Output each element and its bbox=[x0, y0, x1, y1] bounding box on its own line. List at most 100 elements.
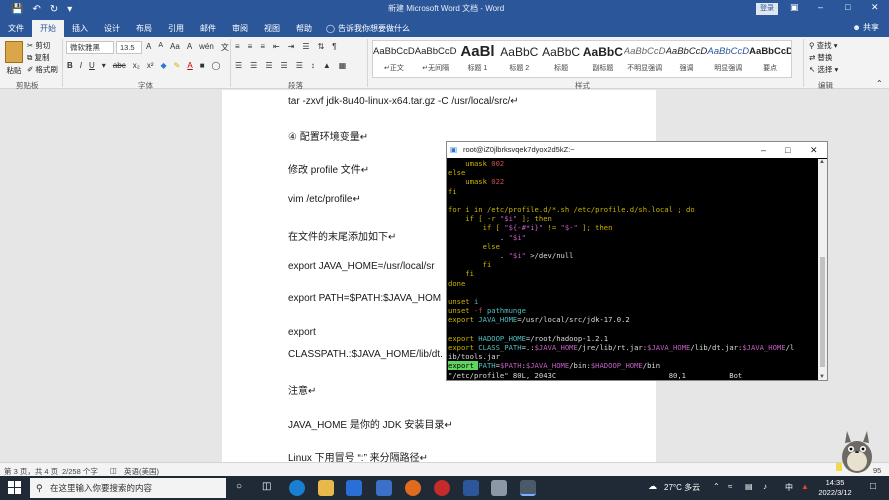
decrease-indent-icon[interactable]: ⇤ bbox=[273, 42, 280, 51]
superscript-button[interactable]: x² bbox=[147, 61, 154, 70]
paste-button[interactable]: 粘贴 bbox=[4, 41, 24, 76]
tab-file[interactable]: 文件 bbox=[0, 20, 32, 37]
tab-references[interactable]: 引用 bbox=[160, 20, 192, 37]
style-item[interactable]: AaBbC 标题 2 bbox=[498, 41, 540, 77]
terminal-close-icon[interactable]: ✕ bbox=[810, 142, 818, 158]
tab-view[interactable]: 视图 bbox=[256, 20, 288, 37]
terminal-window[interactable]: ▣ root@iZ0jlbrksvqek7dyox2d5kZ:~ – □ ✕ u… bbox=[446, 141, 828, 381]
cut-button[interactable]: ✂ 剪切 bbox=[27, 40, 58, 52]
font-name-select[interactable]: 微软雅黑 bbox=[66, 41, 114, 54]
chinese-layout-icon[interactable]: ☰ bbox=[302, 42, 309, 51]
char-shading-icon[interactable]: ■ bbox=[200, 61, 205, 70]
highlight-icon[interactable]: ✎ bbox=[174, 61, 181, 70]
scroll-up-icon[interactable]: ▲ bbox=[819, 159, 825, 165]
save-icon[interactable]: 💾 bbox=[11, 4, 23, 15]
subscript-button[interactable]: x₂ bbox=[133, 61, 140, 70]
grow-font-button[interactable]: A bbox=[146, 42, 151, 53]
shading-icon[interactable]: ▲ bbox=[323, 61, 331, 70]
align-left-icon[interactable]: ☰ bbox=[235, 61, 242, 70]
system-clock[interactable]: 14:35 2022/3/12 bbox=[815, 478, 855, 498]
align-right-icon[interactable]: ☰ bbox=[265, 61, 272, 70]
font-color-button[interactable]: A bbox=[187, 61, 192, 70]
format-painter-button[interactable]: ✐ 格式刷 bbox=[27, 64, 58, 76]
style-item[interactable]: AaBbCcDc ↵正文 bbox=[373, 41, 415, 77]
justify-icon[interactable]: ☰ bbox=[281, 61, 288, 70]
ribbon-display-icon[interactable]: ▣ bbox=[790, 2, 799, 13]
tab-help[interactable]: 帮助 bbox=[288, 20, 320, 37]
sougou-ime-icon[interactable]: ▲ bbox=[801, 482, 809, 491]
distributed-icon[interactable]: ☰ bbox=[296, 61, 303, 70]
tab-design[interactable]: 设计 bbox=[96, 20, 128, 37]
terminal-output[interactable]: umask 002 else umask 022 fi for i in /etc/… bbox=[448, 159, 818, 381]
shrink-font-button[interactable]: A bbox=[158, 42, 163, 53]
char-border-button[interactable]: 文 bbox=[221, 42, 229, 53]
terminal-scrollbar[interactable]: ▲ ▼ bbox=[818, 159, 827, 380]
redo-icon[interactable]: ↻ bbox=[50, 4, 58, 15]
terminal-minimize-icon[interactable]: – bbox=[761, 142, 766, 158]
increase-indent-icon[interactable]: ⇥ bbox=[288, 42, 295, 51]
record-app-icon[interactable] bbox=[434, 480, 450, 496]
style-item[interactable]: AaBbCcDc 明显强调 bbox=[707, 41, 749, 77]
font-size-select[interactable]: 13.5 bbox=[116, 41, 142, 54]
select-button[interactable]: ↖ 选择 ▾ bbox=[809, 64, 838, 76]
enclose-char-icon[interactable]: ◯ bbox=[212, 61, 221, 70]
mail-icon[interactable] bbox=[376, 480, 392, 496]
style-item[interactable]: AaBbCcDc 不明显强调 bbox=[624, 41, 666, 77]
customize-qat-icon[interactable]: ▾ bbox=[67, 4, 72, 15]
taskbar-search[interactable]: ⚲ 在这里输入你要搜索的内容 bbox=[30, 478, 226, 498]
style-item[interactable]: AaBbCcDc ↵无间隔 bbox=[415, 41, 457, 77]
terminal-taskbar-icon[interactable] bbox=[520, 480, 536, 496]
multilevel-list-icon[interactable]: ≡ bbox=[260, 42, 265, 51]
weather-icon[interactable]: ☁ bbox=[648, 481, 657, 492]
text-effects-icon[interactable]: ◆ bbox=[161, 61, 167, 70]
wifi-icon[interactable]: ≈ bbox=[728, 482, 732, 491]
cortana-icon[interactable]: ○ bbox=[236, 481, 242, 492]
terminal-maximize-icon[interactable]: □ bbox=[785, 142, 790, 158]
close-icon[interactable]: ✕ bbox=[871, 2, 879, 13]
bullets-icon[interactable]: ≡ bbox=[235, 42, 240, 51]
tab-layout[interactable]: 布局 bbox=[128, 20, 160, 37]
style-item[interactable]: AaBbCcD 要点 bbox=[749, 41, 791, 77]
style-item[interactable]: AaBbCcDc 强调 bbox=[666, 41, 708, 77]
show-marks-icon[interactable]: ¶ bbox=[332, 42, 336, 51]
clear-format-button[interactable]: A bbox=[187, 42, 192, 53]
phonetic-guide-button[interactable]: wén bbox=[199, 42, 214, 53]
find-button[interactable]: ⚲ 查找 ▾ bbox=[809, 40, 838, 52]
copy-button[interactable]: ⧉ 复制 bbox=[27, 52, 58, 64]
style-item[interactable]: AaBl 标题 1 bbox=[457, 41, 499, 77]
app-icon[interactable] bbox=[491, 480, 507, 496]
borders-icon[interactable]: ▦ bbox=[339, 61, 347, 70]
tab-home[interactable]: 开始 bbox=[32, 20, 64, 37]
strikethrough-button[interactable]: abc bbox=[113, 61, 126, 70]
share-button[interactable]: ☻ 共享 bbox=[852, 22, 879, 33]
login-button[interactable]: 登录 bbox=[756, 3, 778, 15]
style-item[interactable]: AaBbC 副标题 bbox=[582, 41, 624, 77]
file-explorer-icon[interactable] bbox=[318, 480, 334, 496]
minimize-icon[interactable]: – bbox=[818, 2, 823, 12]
ime-indicator[interactable]: 中 bbox=[785, 482, 793, 493]
volume-icon[interactable]: ♪ bbox=[763, 482, 767, 491]
tray-chevron-icon[interactable]: ⌃ bbox=[713, 482, 720, 491]
word-icon[interactable] bbox=[463, 480, 479, 496]
replace-button[interactable]: ⇄ 替换 bbox=[809, 52, 838, 64]
undo-icon[interactable]: ↶ bbox=[32, 4, 40, 15]
tab-mailings[interactable]: 邮件 bbox=[192, 20, 224, 37]
weather-text[interactable]: 27°C 多云 bbox=[664, 482, 700, 493]
network-icon[interactable]: ▤ bbox=[745, 482, 753, 491]
line-spacing-icon[interactable]: ↕ bbox=[311, 61, 315, 70]
sort-icon[interactable]: ⇅ bbox=[318, 42, 325, 51]
maximize-icon[interactable]: □ bbox=[845, 2, 850, 12]
tab-review[interactable]: 审阅 bbox=[224, 20, 256, 37]
edge-icon[interactable] bbox=[289, 480, 305, 496]
proofing-icon[interactable]: ◫ bbox=[110, 466, 117, 475]
change-case-button[interactable]: Aa bbox=[170, 42, 180, 53]
italic-button[interactable]: I bbox=[80, 61, 82, 70]
firefox-icon[interactable] bbox=[405, 480, 421, 496]
collapse-ribbon-icon[interactable]: ⌃ bbox=[876, 79, 883, 88]
notification-icon[interactable]: □ bbox=[870, 481, 876, 492]
store-icon[interactable] bbox=[346, 480, 362, 496]
task-view-icon[interactable]: ◫ bbox=[262, 481, 271, 492]
scroll-down-icon[interactable]: ▼ bbox=[819, 374, 825, 380]
bold-button[interactable]: B bbox=[67, 61, 73, 70]
numbering-icon[interactable]: ≡ bbox=[248, 42, 253, 51]
